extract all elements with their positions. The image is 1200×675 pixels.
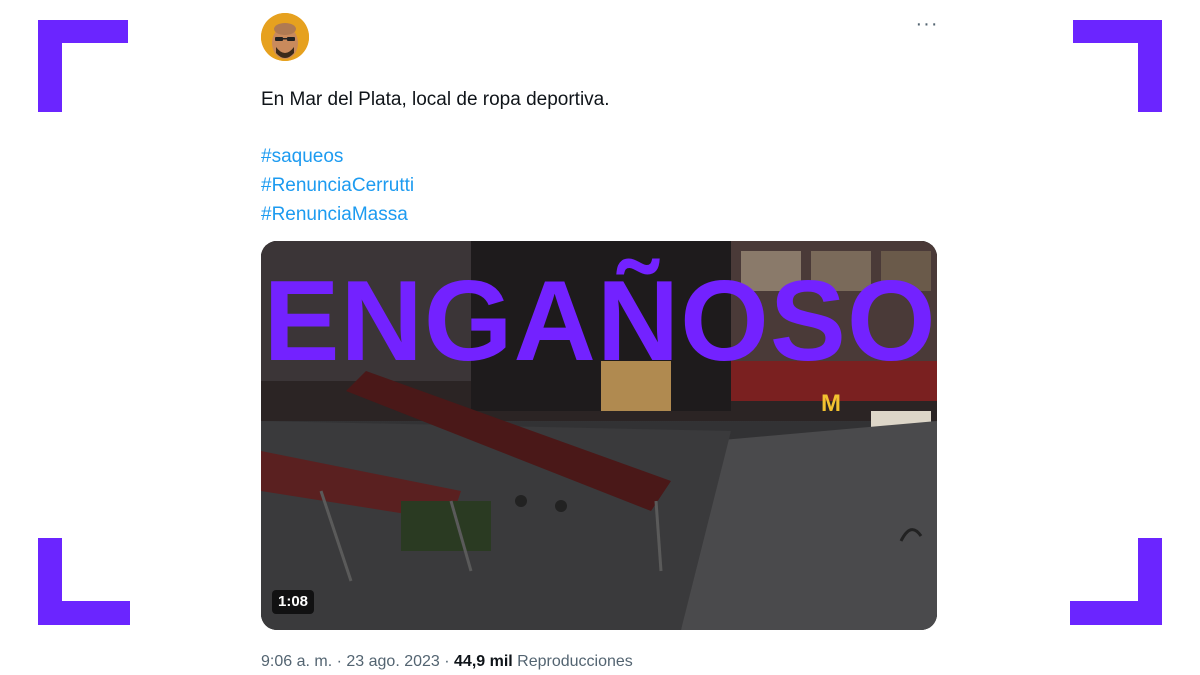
corner-bracket-top-left [38,20,128,112]
avatar-image [261,13,309,61]
view-count-label: Reproducciones [512,653,633,670]
corner-bracket-top-right [1073,20,1162,112]
hashtag-link[interactable]: #RenunciaCerrutti [261,171,414,200]
tweet-time[interactable]: 9:06 a. m. [261,653,332,670]
svg-text:M: M [821,390,841,417]
hashtag-link[interactable]: #RenunciaMassa [261,200,414,229]
hashtag-link[interactable]: #saqueos [261,142,414,171]
verdict-stamp: ENGAÑOSO [263,258,937,385]
video-duration-badge: 1:08 [272,590,315,614]
more-options-button[interactable]: ··· [910,10,944,38]
hashtag-list: #saqueos #RenunciaCerrutti #RenunciaMass… [261,142,414,229]
corner-bracket-bottom-right [1070,538,1162,625]
meta-separator: · [332,653,347,670]
meta-separator: · [439,653,455,670]
avatar[interactable] [261,13,309,61]
corner-bracket-bottom-left [38,538,130,625]
tweet-meta: 9:06 a. m. · 23 ago. 2023 · 44,9 mil Rep… [261,651,633,673]
view-count: 44,9 mil [454,653,513,670]
tweet-text: En Mar del Plata, local de ropa deportiv… [261,89,610,110]
tweet-date[interactable]: 23 ago. 2023 [346,653,439,670]
more-icon: ··· [915,13,939,35]
